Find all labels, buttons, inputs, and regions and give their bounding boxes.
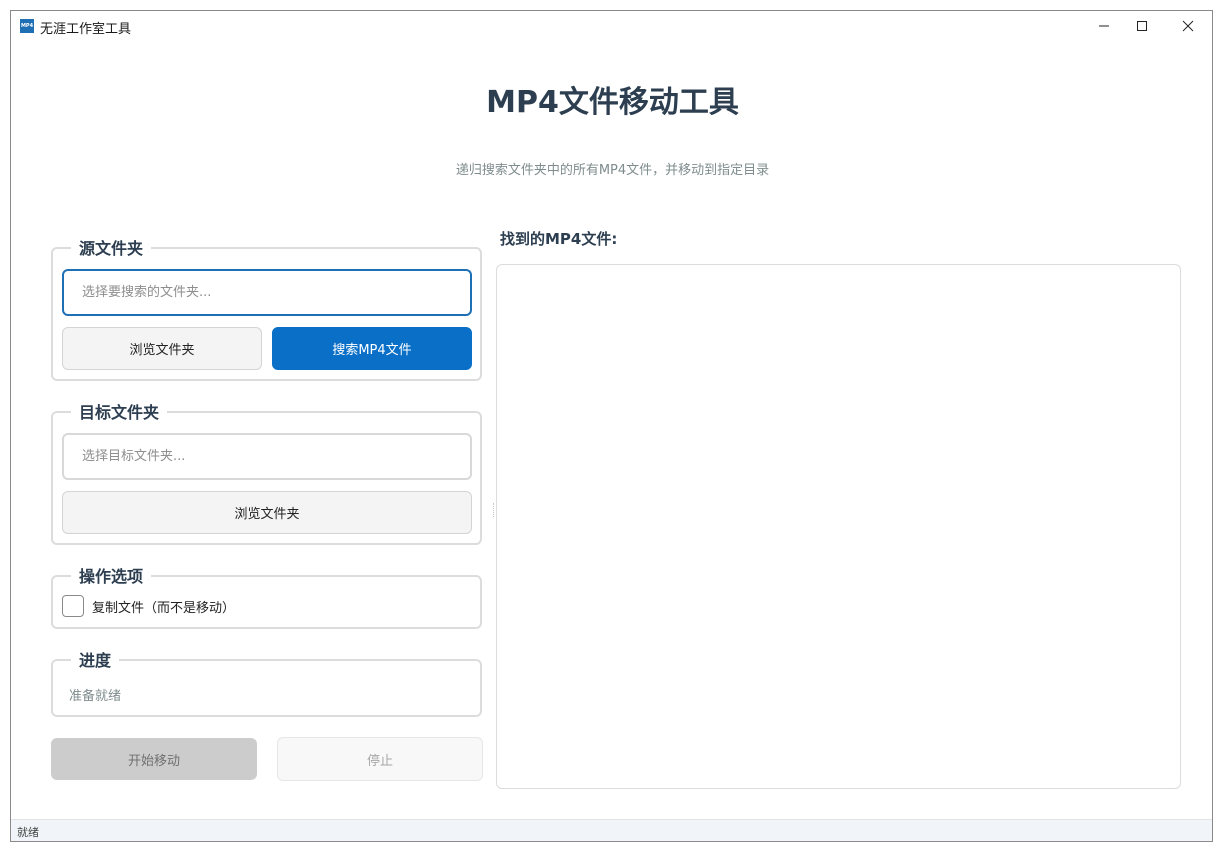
progress-group: 进度 准备就绪 bbox=[51, 647, 482, 717]
status-bar: 就绪 bbox=[11, 819, 1212, 841]
options-group-title: 操作选项 bbox=[71, 563, 152, 587]
page-title: MP4文件移动工具 bbox=[486, 85, 739, 120]
app-window: MP4 无涯工作室工具 MP4文件移动工具 递归搜索文件夹中的所有MP4文件，并… bbox=[10, 10, 1213, 842]
source-group-title: 源文件夹 bbox=[71, 235, 152, 259]
stop-button[interactable]: 停止 bbox=[277, 737, 483, 781]
options-group: 操作选项 复制文件（而不是移动） bbox=[51, 563, 482, 629]
target-folder-group: 目标文件夹 浏览文件夹 bbox=[51, 399, 482, 545]
copy-files-label: 复制文件（而不是移动） bbox=[92, 600, 236, 616]
title-bar[interactable]: MP4 无涯工作室工具 bbox=[11, 11, 1212, 41]
progress-group-title: 进度 bbox=[71, 647, 120, 671]
status-text: 就绪 bbox=[17, 826, 39, 839]
source-folder-group: 源文件夹 浏览文件夹 搜索MP4文件 bbox=[51, 235, 482, 381]
splitter-handle[interactable] bbox=[493, 503, 495, 517]
progress-status: 准备就绪 bbox=[69, 689, 122, 704]
target-folder-input[interactable] bbox=[62, 433, 472, 480]
window-title: 无涯工作室工具 bbox=[40, 22, 132, 37]
copy-files-checkbox[interactable] bbox=[62, 595, 84, 617]
maximize-icon bbox=[1137, 21, 1147, 31]
target-group-title: 目标文件夹 bbox=[71, 399, 168, 423]
target-browse-button[interactable]: 浏览文件夹 bbox=[62, 491, 472, 534]
source-folder-input[interactable] bbox=[62, 269, 472, 316]
close-icon bbox=[1182, 20, 1194, 32]
search-mp4-button[interactable]: 搜索MP4文件 bbox=[272, 327, 472, 370]
start-move-button[interactable]: 开始移动 bbox=[51, 738, 257, 780]
mp4-file-list[interactable] bbox=[496, 264, 1181, 789]
found-files-label: 找到的MP4文件: bbox=[500, 230, 618, 248]
source-browse-button[interactable]: 浏览文件夹 bbox=[62, 327, 262, 370]
close-button[interactable] bbox=[1165, 11, 1211, 41]
maximize-button[interactable] bbox=[1119, 11, 1165, 41]
minimize-icon bbox=[1099, 25, 1109, 27]
page-subtitle: 递归搜索文件夹中的所有MP4文件，并移动到指定目录 bbox=[455, 163, 770, 178]
copy-option-row[interactable]: 复制文件（而不是移动） bbox=[62, 595, 235, 617]
app-icon: MP4 bbox=[20, 19, 34, 33]
